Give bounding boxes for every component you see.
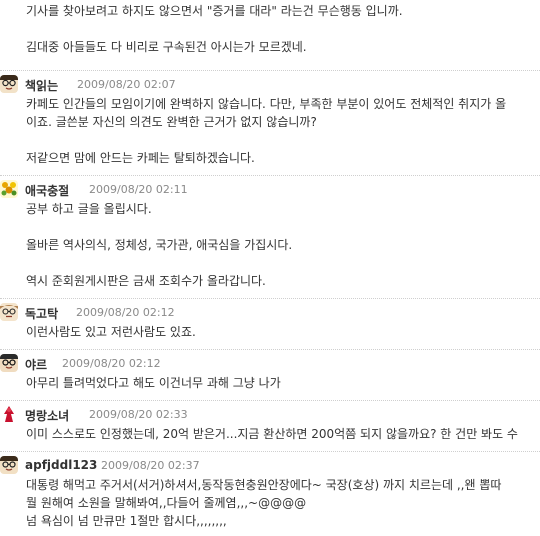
comment-date: 2009/08/20 02:33 [89, 408, 188, 421]
glasses-face-icon[interactable] [0, 303, 18, 321]
comment-header: 독고탁 2009/08/20 02:12 [0, 299, 540, 323]
comment-blank-line [26, 20, 540, 38]
comment-body: 대통령 해먹고 주거서(서거)하셔서,동작동현충원안장에다~ 국장(호상) 까지… [0, 476, 540, 530]
comment-text-line: 기사를 찾아보려고 하지도 않으면서 "증거를 대라" 라는건 무슨행동 입니까… [26, 4, 403, 18]
comment-date: 2009/08/20 02:12 [76, 306, 175, 319]
comment-text-line: 아무리 틀려먹었다고 해도 이건너무 과해 그냥 나가 [26, 376, 281, 390]
comment-body: 이런사람도 있고 저런사람도 있죠. [0, 323, 540, 341]
previous-comment-continuation: 기사를 찾아보려고 하지도 않으면서 "증거를 대라" 라는건 무슨행동 입니까… [0, 0, 540, 56]
glasses-face-icon[interactable] [0, 456, 18, 474]
comment-body: 카페도 인간들의 모임이기에 완벽하지 않습니다. 다만, 부족한 부분이 있어… [0, 95, 540, 167]
glasses-face-icon[interactable] [0, 354, 18, 372]
comment-header: 야르 2009/08/20 02:12 [0, 350, 540, 374]
comment: 야르 2009/08/20 02:12 아무리 틀려먹었다고 해도 이건너무 과… [0, 349, 540, 398]
comment: 독고탁 2009/08/20 02:12 이런사람도 있고 저런사람도 있죠. [0, 298, 540, 347]
comment-header: apfjddl123 2009/08/20 02:37 [0, 452, 540, 476]
comment-text-line: 뭘 원해여 소원을 말해봐여,,다들어 줄께염,,,~@@@@ [26, 496, 307, 510]
comment: 책읽는 2009/08/20 02:07 카페도 인간들의 모임이기에 완벽하지… [0, 70, 540, 173]
comment-date: 2009/08/20 02:12 [62, 357, 161, 370]
flower-icon[interactable] [0, 180, 18, 198]
comment-text-line: 이런사람도 있고 저런사람도 있죠. [26, 325, 196, 339]
comment-author[interactable]: 명랑소녀 [25, 407, 69, 424]
comment-header: 애국충절 2009/08/20 02:11 [0, 176, 540, 200]
comment-body: 공부 하고 글을 올립시다. 올바른 역사의식, 정체성, 국가관, 애국심을 … [0, 200, 540, 290]
comment-author[interactable]: apfjddl123 [25, 458, 97, 472]
comment-date: 2009/08/20 02:07 [77, 78, 176, 91]
comment-blank-line [26, 254, 540, 272]
glasses-face-icon[interactable] [0, 75, 18, 93]
comment-blank-line [26, 218, 540, 236]
comment-body: 이미 스스로도 인정했는데, 20억 받은거...지금 환산하면 200억쯤 되… [0, 425, 540, 443]
comment: apfjddl123 2009/08/20 02:37 대통령 해먹고 주거서(… [0, 451, 540, 536]
comment-blank-line [26, 131, 540, 149]
comment-author[interactable]: 애국충절 [25, 182, 69, 199]
comment-text-line: 넘 욕심이 넘 만큐만 1절만 합시다,,,,,,,, [26, 514, 227, 528]
comment: 명랑소녀 2009/08/20 02:33 이미 스스로도 인정했는데, 20억… [0, 400, 540, 449]
comment-text-line: 김대중 아들들도 다 비리로 구속된건 아시는가 모르겠네. [26, 40, 307, 54]
red-figure-icon[interactable] [0, 405, 18, 423]
comment-text-line: 저같으면 맘에 안드는 카페는 탈퇴하겠습니다. [26, 151, 255, 165]
comment-text-line: 공부 하고 글을 올립시다. [26, 202, 152, 216]
comment-body: 아무리 틀려먹었다고 해도 이건너무 과해 그냥 나가 [0, 374, 540, 392]
comment-thread: 기사를 찾아보려고 하지도 않으면서 "증거를 대라" 라는건 무슨행동 입니까… [0, 0, 540, 536]
comment-text-line: 역시 준회원게시판은 금새 조회수가 올라갑니다. [26, 274, 266, 288]
comment-author[interactable]: 야르 [25, 356, 47, 373]
comment: 애국충절 2009/08/20 02:11 공부 하고 글을 올립시다. 올바른… [0, 175, 540, 296]
comment-header: 명랑소녀 2009/08/20 02:33 [0, 401, 540, 425]
comment-text-line: 카페도 인간들의 모임이기에 완벽하지 않습니다. 다만, 부족한 부분이 있어… [26, 97, 507, 111]
comment-author[interactable]: 독고탁 [25, 305, 58, 322]
comment-text-line: 대통령 해먹고 주거서(서거)하셔서,동작동현충원안장에다~ 국장(호상) 까지… [26, 478, 502, 492]
comment-date: 2009/08/20 02:11 [89, 183, 188, 196]
comment-header: 책읽는 2009/08/20 02:07 [0, 71, 540, 95]
comment-author[interactable]: 책읽는 [25, 77, 58, 94]
comment-text-line: 올바른 역사의식, 정체성, 국가관, 애국심을 가집시다. [26, 238, 293, 252]
comment-text-line: 이미 스스로도 인정했는데, 20억 받은거...지금 환산하면 200억쯤 되… [26, 427, 518, 441]
comment-date: 2009/08/20 02:37 [101, 459, 200, 472]
comment-text-line: 이죠. 글쓴분 자신의 의견도 완벽한 근거가 없지 않습니까? [26, 115, 317, 129]
